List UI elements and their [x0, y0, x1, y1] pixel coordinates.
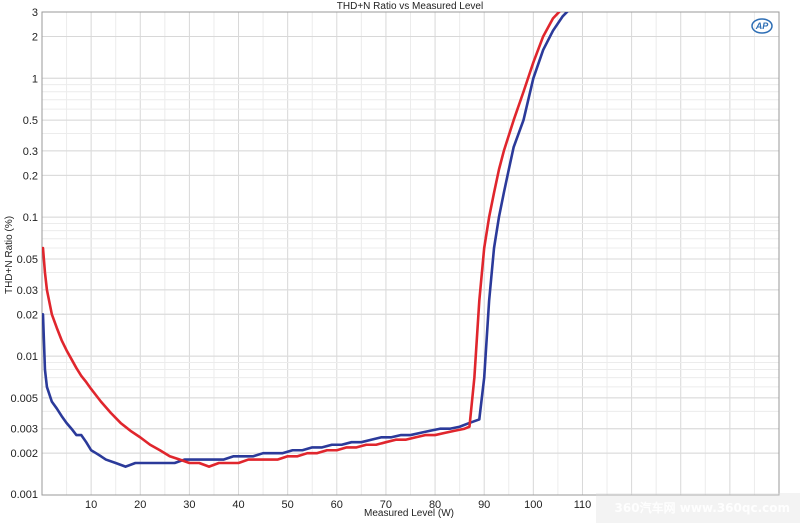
y-tick-label: 0.1 — [23, 212, 38, 224]
ap-logo: AP — [751, 18, 773, 34]
x-tick-label: 10 — [85, 499, 97, 511]
series-line-2 — [42, 12, 561, 468]
x-tick-label: 40 — [232, 499, 244, 511]
ap-logo-text: AP — [755, 21, 769, 31]
x-axis-title: Measured Level (W) — [364, 508, 454, 519]
watermark: 360汽车网 www.360qc.com — [596, 493, 800, 523]
chart-title: THD+N Ratio vs Measured Level — [337, 1, 483, 12]
y-tick-label: 0.002 — [10, 448, 38, 460]
grid — [42, 12, 779, 495]
chart: THD+N Ratio vs Measured Level 10 20 30 40 50… — [4, 1, 800, 523]
y-axis-title: THD+N Ratio (%) — [4, 216, 15, 294]
x-tick-label: 100 — [524, 499, 542, 511]
series-layer — [42, 12, 569, 468]
y-tick-label: 0.03 — [17, 285, 38, 297]
series-line-1 — [42, 12, 569, 468]
y-tick-label: 0.2 — [23, 170, 38, 182]
x-axis-ticks: 10 20 30 40 50 60 70 80 90 100 110 — [85, 499, 591, 511]
y-tick-label: 2 — [32, 31, 38, 43]
y-tick-label: 0.05 — [17, 254, 38, 266]
y-tick-label: 0.01 — [17, 351, 38, 363]
y-tick-label: 0.5 — [23, 115, 38, 127]
y-tick-label: 0.001 — [10, 489, 38, 501]
y-tick-label: 0.005 — [10, 393, 38, 405]
y-tick-label: 3 — [32, 7, 38, 19]
watermark-text: 360汽车网 www.360qc.com — [615, 500, 790, 515]
x-tick-label: 90 — [478, 499, 490, 511]
y-tick-label: 0.003 — [10, 424, 38, 436]
x-tick-label: 30 — [183, 499, 195, 511]
x-tick-label: 50 — [282, 499, 294, 511]
x-tick-label: 110 — [574, 499, 592, 511]
y-tick-label: 0.3 — [23, 146, 38, 158]
y-tick-label: 1 — [32, 73, 38, 85]
x-tick-label: 20 — [134, 499, 146, 511]
y-tick-label: 0.02 — [17, 309, 38, 321]
x-tick-label: 60 — [331, 499, 343, 511]
